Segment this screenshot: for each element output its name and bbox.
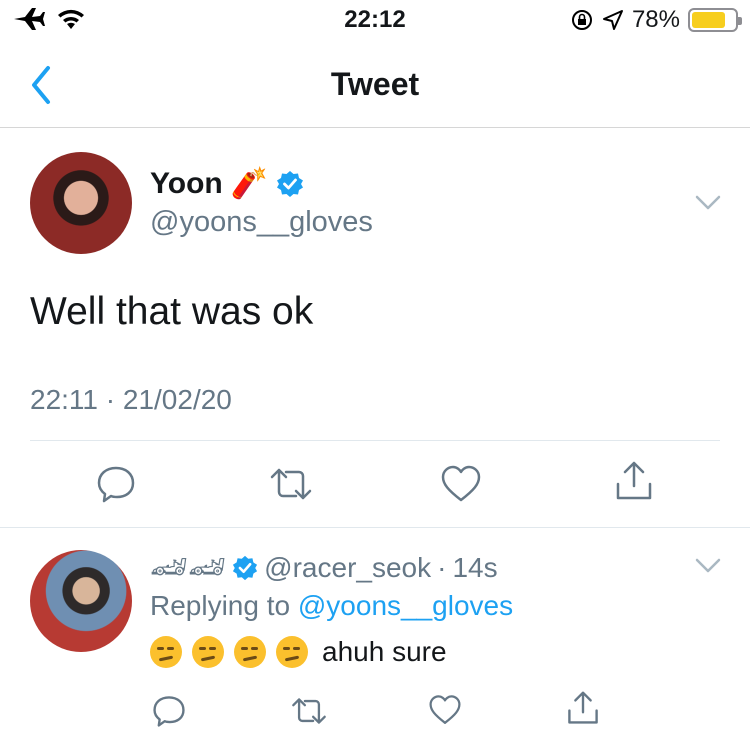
author-handle[interactable]: @yoons__gloves [150,206,373,239]
firecracker-emoji: 🧨 [230,166,269,201]
nav-bar: Tweet [0,44,750,128]
reply-text: ahuh sure [322,636,447,667]
share-icon[interactable] [614,460,654,502]
author-name: Yoon [150,166,223,200]
share-icon[interactable] [566,690,600,726]
reply-icon[interactable] [152,694,186,728]
reply-handle: @racer_seok [264,551,432,583]
status-right: 78% [570,6,742,34]
retweet-icon[interactable] [268,466,314,502]
divider [0,527,750,528]
tweet-text: Well that was ok [30,290,314,333]
verified-badge-icon [233,555,258,580]
reply-header[interactable]: 🏎🏎 @racer_seok · 14s [150,550,498,585]
battery-fill [692,12,725,28]
chevron-down-icon[interactable] [695,195,721,211]
rotation-lock-icon [571,10,592,30]
battery-percent: 78% [631,6,680,33]
verified-badge-icon [277,170,304,197]
woozy-face-emoji [276,636,308,668]
replying-to-label: Replying to [150,590,291,621]
racecar-emoji: 🏎🏎 [150,550,227,585]
retweet-icon[interactable] [290,696,328,726]
woozy-face-emoji [150,636,182,668]
like-heart-icon[interactable] [440,464,482,504]
battery-icon [688,8,742,32]
replying-to: Replying to @yoons__gloves [150,590,513,622]
battery-cap [738,17,742,25]
location-icon [602,10,623,30]
woozy-face-emoji [192,636,224,668]
chevron-down-icon[interactable] [695,558,721,574]
woozy-face-emoji [234,636,266,668]
page-title: Tweet [330,66,420,102]
like-heart-icon[interactable] [428,694,462,726]
divider [30,440,720,441]
status-bar: 22:12 78% [0,0,750,40]
author-row[interactable]: Yoon 🧨 [150,166,304,201]
replying-to-handle-link[interactable]: @yoons__gloves [298,590,513,621]
reply-separator: · [437,551,447,583]
reply-icon[interactable] [96,464,136,504]
reply-avatar[interactable] [30,550,132,652]
reply-age: 14s [452,551,498,583]
tweet-timestamp: 22:11 · 21/02/20 [30,384,232,415]
avatar[interactable] [30,152,132,254]
reply-text-row: ahuh sure [150,636,447,668]
